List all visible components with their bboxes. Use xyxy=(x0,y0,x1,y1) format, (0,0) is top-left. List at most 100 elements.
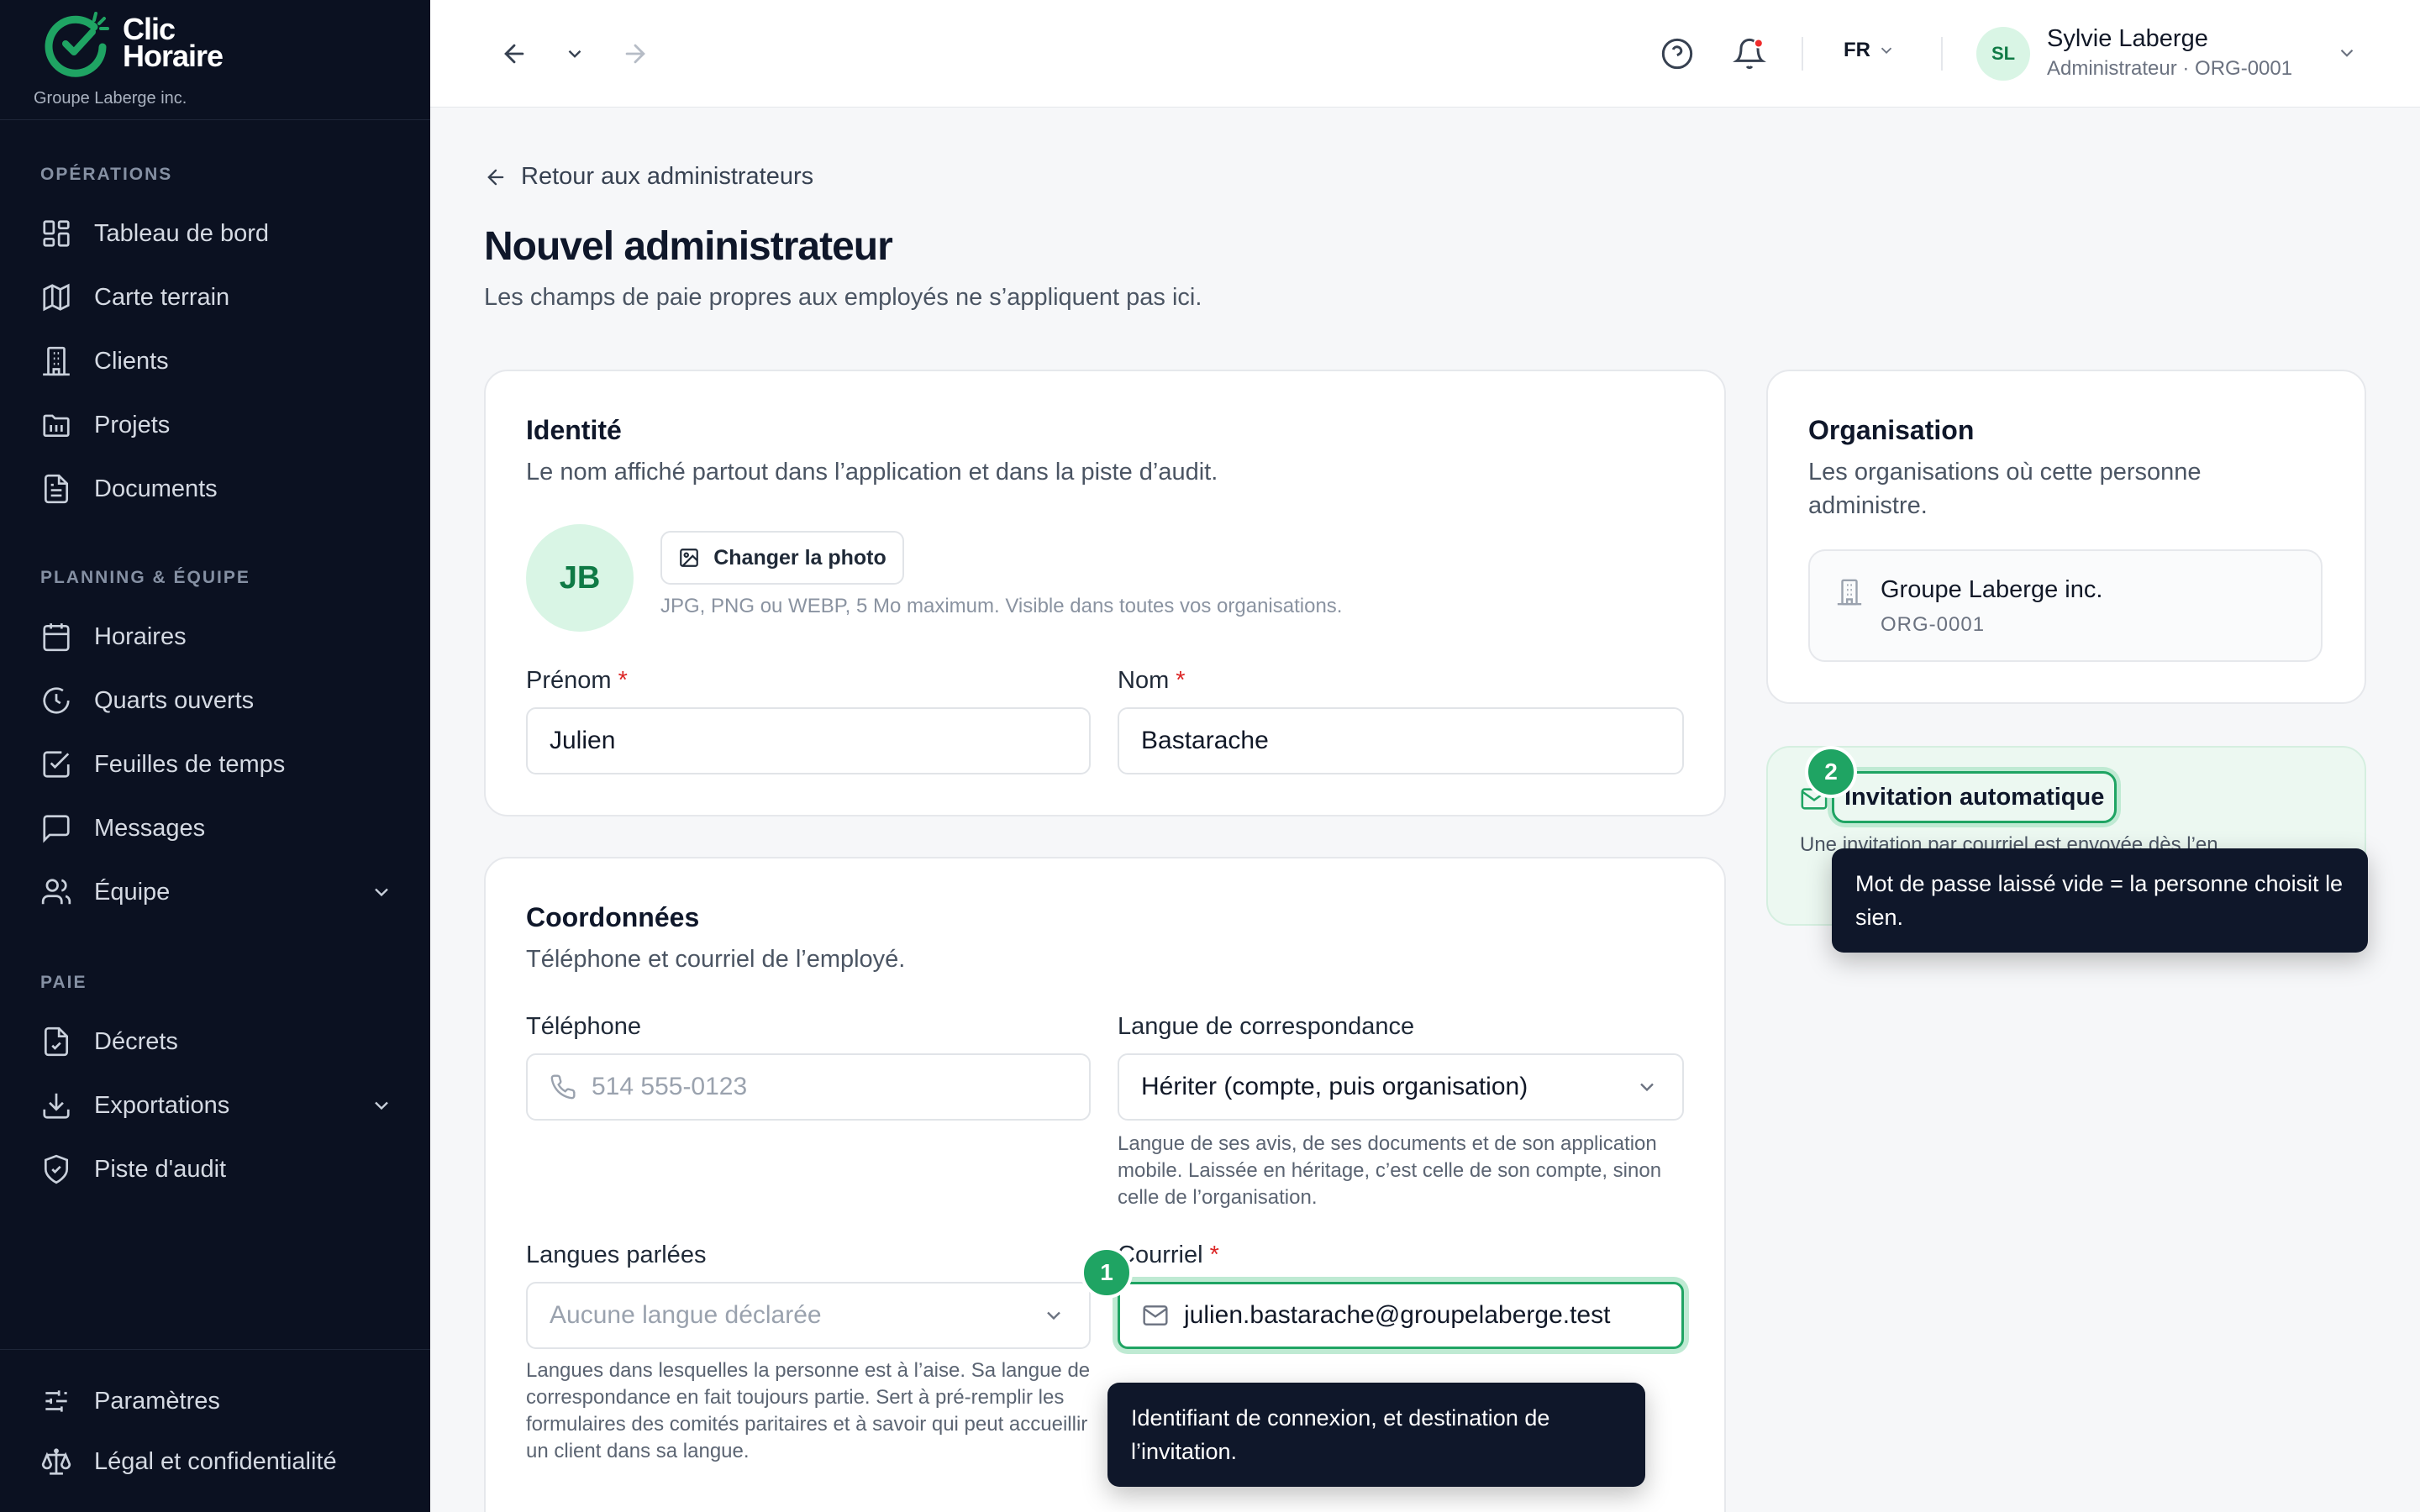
sidebar-item-clients[interactable]: Clients xyxy=(40,338,393,385)
tooltip-email: Identifiant de connexion, et destination… xyxy=(1107,1383,1645,1487)
change-photo-button[interactable]: Changer la photo xyxy=(660,531,904,585)
arrow-left-icon xyxy=(487,169,504,185)
folder-icon xyxy=(43,414,70,438)
help-button[interactable] xyxy=(1659,35,1696,72)
building-icon xyxy=(43,346,70,376)
sidebar-item-label: Feuilles de temps xyxy=(94,750,286,778)
mail-icon xyxy=(1143,1305,1168,1326)
chevron-down-icon[interactable] xyxy=(2336,42,2358,64)
sidebar: Clic Horaire Groupe Laberge inc. OPÉRATI… xyxy=(0,0,430,1512)
notifications-button[interactable] xyxy=(1729,34,1770,74)
brand-name: Clic Horaire xyxy=(123,14,224,71)
history-dropdown-button[interactable] xyxy=(558,37,592,71)
shield-check-icon xyxy=(44,1154,69,1184)
identity-description: Le nom affiché partout dans l’applicatio… xyxy=(526,459,1218,486)
spoken-languages-label: Langues parlées xyxy=(526,1242,707,1268)
sidebar-item-label: Horaires xyxy=(94,622,187,650)
phone-placeholder: 514 555-0123 xyxy=(592,1073,748,1100)
sidebar-item-documents[interactable]: Documents xyxy=(40,465,393,512)
phone-label: Téléphone xyxy=(526,1013,642,1040)
spoken-languages-select[interactable]: Aucune langue déclarée xyxy=(526,1282,1091,1349)
required-asterisk: * xyxy=(1176,667,1186,694)
first-name-input[interactable]: Julien xyxy=(526,707,1091,774)
sidebar-item-messages[interactable]: Messages xyxy=(40,805,393,852)
sidebar-item-equipe[interactable]: Équipe xyxy=(40,869,393,916)
chevron-down-icon[interactable] xyxy=(370,1094,393,1117)
step-badge-1: 1 xyxy=(1081,1247,1133,1299)
image-icon xyxy=(680,549,699,567)
calendar-icon xyxy=(43,623,70,652)
chevron-down-icon[interactable] xyxy=(370,880,393,904)
sidebar-item-label: Messages xyxy=(94,814,206,842)
user-avatar[interactable]: SL xyxy=(1976,27,2030,81)
chevron-down-icon xyxy=(1640,1083,1654,1092)
sidebar-item-label: Clients xyxy=(94,347,169,375)
sidebar-item-carte-terrain[interactable]: Carte terrain xyxy=(40,274,393,321)
change-photo-label: Changer la photo xyxy=(713,545,886,570)
sidebar-item-label: Décrets xyxy=(94,1027,178,1055)
sidebar-item-label: Tableau de bord xyxy=(94,219,269,247)
topbar-divider xyxy=(1941,37,1943,71)
user-name[interactable]: Sylvie Laberge xyxy=(2047,25,2208,53)
spoken-languages-help: Langues dans lesquelles la personne est … xyxy=(526,1359,1091,1462)
section-label-operations: OPÉRATIONS xyxy=(40,165,173,184)
first-name-label: Prénom * xyxy=(526,667,628,695)
clock-icon xyxy=(43,687,70,714)
correspondence-language-select[interactable]: Hériter (compte, puis organisation) xyxy=(1118,1053,1684,1121)
sidebar-item-decrets[interactable]: Décrets xyxy=(40,1018,393,1065)
arrow-left-icon xyxy=(504,44,524,64)
sidebar-item-label: Exportations xyxy=(94,1091,230,1119)
phone-icon xyxy=(550,1074,576,1100)
sidebar-item-parametres[interactable]: Paramètres xyxy=(40,1378,393,1425)
arrow-right-icon xyxy=(625,44,645,64)
organization-name: Groupe Laberge inc. xyxy=(34,89,187,108)
sidebar-item-horaires[interactable]: Horaires xyxy=(40,613,393,660)
sidebar-item-quarts-ouverts[interactable]: Quarts ouverts xyxy=(40,677,393,724)
tooltip-invitation: Mot de passe laissé vide = la personne c… xyxy=(1832,848,2368,953)
section-label-planning: PLANNING & ÉQUIPE xyxy=(40,568,250,587)
sidebar-item-exportations[interactable]: Exportations xyxy=(40,1082,393,1129)
correspondence-language-value: Hériter (compte, puis organisation) xyxy=(1141,1073,1528,1100)
download-icon xyxy=(43,1093,70,1119)
last-name-input[interactable]: Bastarache xyxy=(1118,707,1684,774)
phone-input[interactable]: 514 555-0123 xyxy=(526,1053,1091,1121)
sliders-icon xyxy=(45,1390,67,1412)
scale-icon xyxy=(41,1448,71,1475)
sidebar-footer-divider xyxy=(0,1349,430,1350)
top-bar: FR SL Sylvie Laberge Administrateur · OR… xyxy=(430,0,2420,108)
chevron-down-icon xyxy=(1881,47,1892,55)
correspondence-language-label: Langue de correspondance xyxy=(1118,1013,1415,1040)
contact-title: Coordonnées xyxy=(526,902,700,932)
organization-title: Organisation xyxy=(1808,415,1975,445)
dashboard-icon xyxy=(43,220,70,247)
sidebar-item-label: Piste d'audit xyxy=(94,1155,227,1183)
sidebar-item-label: Documents xyxy=(94,475,218,502)
email-value: julien.bastarache@groupelaberge.test xyxy=(1184,1301,1611,1329)
spoken-languages-placeholder: Aucune langue déclarée xyxy=(550,1301,822,1329)
message-icon xyxy=(43,815,70,843)
chevron-down-icon xyxy=(568,50,581,58)
help-circle-icon xyxy=(1661,38,1693,70)
email-input[interactable]: julien.bastarache@groupelaberge.test xyxy=(1118,1282,1684,1349)
user-role: Administrateur · ORG-0001 xyxy=(2047,57,2293,80)
users-icon xyxy=(41,879,71,905)
back-button[interactable] xyxy=(497,37,531,71)
admin-avatar: JB xyxy=(526,524,634,632)
language-switcher[interactable]: FR xyxy=(1844,39,1896,62)
sidebar-item-projets[interactable]: Projets xyxy=(40,402,393,449)
back-to-admins-link[interactable]: Retour aux administrateurs xyxy=(484,163,813,191)
checkbox-icon xyxy=(43,751,70,778)
sidebar-item-piste-audit[interactable]: Piste d'audit xyxy=(40,1146,393,1193)
brand-logo[interactable]: Clic Horaire xyxy=(42,8,224,77)
sidebar-item-feuilles-de-temps[interactable]: Feuilles de temps xyxy=(40,741,393,788)
sidebar-item-label: Paramètres xyxy=(94,1387,220,1415)
photo-hint: JPG, PNG ou WEBP, 5 Mo maximum. Visible … xyxy=(660,595,1343,617)
organization-item-code: ORG-0001 xyxy=(1881,613,1986,636)
language-code: FR xyxy=(1844,39,1870,61)
first-name-value: Julien xyxy=(550,727,616,754)
bell-icon xyxy=(1733,38,1766,70)
sidebar-item-legal[interactable]: Légal et confidentialité xyxy=(40,1438,393,1485)
forward-button[interactable] xyxy=(618,37,652,71)
organization-item[interactable]: Groupe Laberge inc. ORG-0001 xyxy=(1808,549,2323,662)
sidebar-item-tableau-de-bord[interactable]: Tableau de bord xyxy=(40,210,393,257)
